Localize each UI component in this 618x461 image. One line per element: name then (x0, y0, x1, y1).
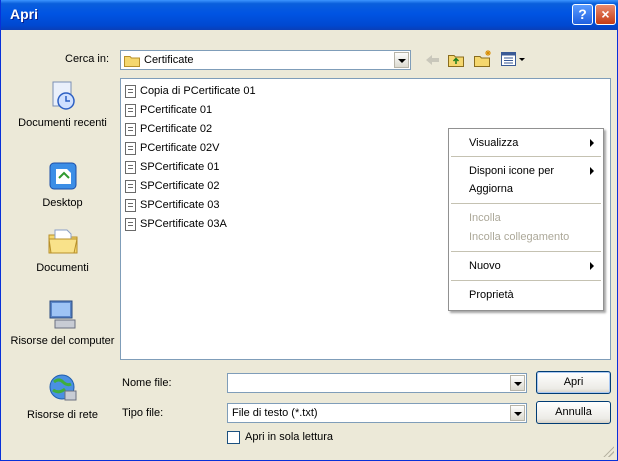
context-menu: Visualizza Disponi icone per Aggiorna In… (448, 128, 604, 311)
menu-item-proprieta[interactable]: Proprietà (450, 286, 602, 304)
place-label: Risorse di rete (27, 409, 98, 421)
place-my-computer[interactable]: Risorse del computer (9, 298, 116, 348)
view-menu-icon[interactable] (501, 52, 527, 67)
look-in-value: Certificate (144, 54, 194, 66)
menu-item-label: Nuovo (469, 260, 501, 272)
back-icon[interactable] (425, 53, 441, 67)
place-label: Documenti recenti (18, 117, 107, 129)
menu-item-disponi-icone[interactable]: Disponi icone per (450, 162, 602, 180)
file-name-combo[interactable] (227, 373, 527, 393)
recent-documents-icon (52, 81, 75, 110)
menu-item-label: Disponi icone per (469, 165, 554, 177)
place-recent-documents[interactable]: Documenti recenti (9, 80, 116, 130)
network-places-icon (49, 374, 76, 401)
file-name-dropdown-button[interactable] (510, 375, 525, 391)
text-file-icon (125, 104, 136, 117)
place-desktop[interactable]: Desktop (9, 160, 116, 210)
menu-item-incolla-collegamento: Incolla collegamento (450, 228, 602, 246)
text-file-icon (125, 180, 136, 193)
look-in-dropdown-button[interactable] (394, 52, 409, 68)
folder-icon (124, 56, 140, 67)
menu-item-aggiorna[interactable]: Aggiorna (450, 180, 602, 198)
text-file-icon (125, 142, 136, 155)
place-network[interactable]: Risorse di rete (9, 372, 116, 422)
menu-item-label: Proprietà (469, 289, 514, 301)
file-name: SPCertificate 03A (140, 218, 227, 230)
my-computer-icon (49, 300, 75, 329)
desktop-icon (49, 162, 76, 190)
look-in-label: Cerca in: (65, 53, 110, 65)
menu-separator (451, 156, 601, 157)
submenu-arrow-icon (590, 262, 594, 270)
text-file-icon (125, 123, 136, 136)
open-dialog: Apri ? × Cerca in: Certificate Documenti… (0, 0, 618, 461)
close-button[interactable]: × (595, 4, 616, 25)
place-label: Desktop (42, 197, 83, 209)
file-name: SPCertificate 03 (140, 199, 220, 211)
file-type-value: File di testo (*.txt) (232, 407, 318, 419)
menu-item-visualizza[interactable]: Visualizza (450, 134, 602, 152)
menu-item-incolla: Incolla (450, 209, 602, 227)
place-my-documents[interactable]: Documenti (9, 225, 116, 275)
file-type-combo[interactable]: File di testo (*.txt) (227, 403, 527, 423)
file-name: SPCertificate 02 (140, 180, 220, 192)
file-name-label: Nome file: (122, 377, 172, 389)
file-name: SPCertificate 01 (140, 161, 220, 173)
file-name: PCertificate 02 (140, 123, 213, 135)
window-title: Apri (10, 6, 38, 22)
text-file-icon (125, 218, 136, 231)
submenu-arrow-icon (590, 167, 594, 175)
menu-separator (451, 203, 601, 204)
menu-item-label: Aggiorna (469, 183, 514, 195)
help-button[interactable]: ? (572, 4, 593, 25)
menu-item-nuovo[interactable]: Nuovo (450, 257, 602, 275)
readonly-label: Apri in sola lettura (245, 431, 334, 443)
readonly-checkbox[interactable] (227, 431, 240, 444)
open-button[interactable]: Apri (536, 371, 611, 394)
text-file-icon (125, 199, 136, 212)
menu-item-label: Visualizza (469, 137, 519, 149)
resize-grip[interactable] (602, 445, 614, 457)
new-folder-icon[interactable] (473, 49, 493, 68)
menu-separator (451, 280, 601, 281)
menu-item-label: Incolla (469, 212, 501, 224)
menu-separator (451, 251, 601, 252)
look-in-combo[interactable]: Certificate (120, 50, 411, 70)
file-type-dropdown-button[interactable] (510, 405, 525, 421)
up-folder-icon[interactable] (447, 51, 465, 68)
cancel-button[interactable]: Annulla (536, 401, 611, 424)
file-name: PCertificate 02V (140, 142, 220, 154)
text-file-icon (125, 161, 136, 174)
file-name: PCertificate 01 (140, 104, 213, 116)
file-type-label: Tipo file: (122, 407, 164, 419)
my-documents-icon (47, 229, 78, 254)
title-bar[interactable]: Apri ? × (1, 0, 618, 30)
submenu-arrow-icon (590, 139, 594, 147)
menu-item-label: Incolla collegamento (469, 231, 570, 243)
place-label: Risorse del computer (10, 335, 115, 347)
text-file-icon (125, 85, 136, 98)
places-bar: Documenti recenti Desktop Documenti Riso… (9, 80, 116, 440)
place-label: Documenti (36, 262, 89, 274)
file-name: Copia di PCertificate 01 (140, 85, 256, 97)
